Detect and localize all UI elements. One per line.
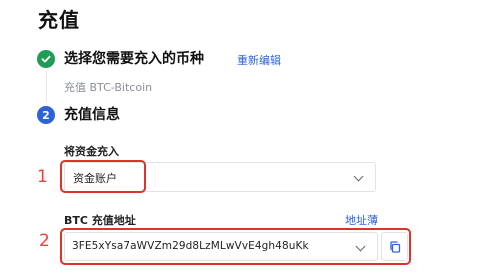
annotation-marker-1: 1 [37,167,48,187]
annotation-marker-2: 2 [39,231,50,251]
chevron-down-icon [353,171,364,182]
account-select[interactable]: 资金账户 [64,162,376,192]
address-book-link[interactable]: 地址薄 [345,212,378,228]
step-2-number-badge: 2 [37,106,55,124]
account-select-value: 资金账户 [73,172,117,185]
step-1-title: 选择您需要充入的币种 [64,51,204,67]
step-connector-line [46,70,47,102]
deposit-page: 充值 选择您需要充入的币种 重新编辑 充值 BTC-Bitcoin 2 充值信息… [0,0,500,273]
btc-address-value: 3FE5xYsa7aWVZm29d8LzMLwVvE4gh48uKk [72,240,309,252]
step-1-summary: 充值 BTC-Bitcoin [64,81,153,94]
chevron-down-icon [355,241,366,252]
re-edit-link[interactable]: 重新编辑 [237,52,281,68]
step-completed-check-icon [37,50,55,68]
page-title: 充值 [38,8,80,32]
btc-address-label: BTC 充值地址 [64,214,136,227]
step-2-title: 充值信息 [64,107,120,123]
copy-address-button[interactable] [381,232,408,261]
check-icon [41,55,51,63]
btc-address-select[interactable]: 3FE5xYsa7aWVZm29d8LzMLwVvE4gh48uKk [64,232,378,261]
copy-icon [389,240,400,253]
account-field-label: 将资金充入 [64,145,119,158]
